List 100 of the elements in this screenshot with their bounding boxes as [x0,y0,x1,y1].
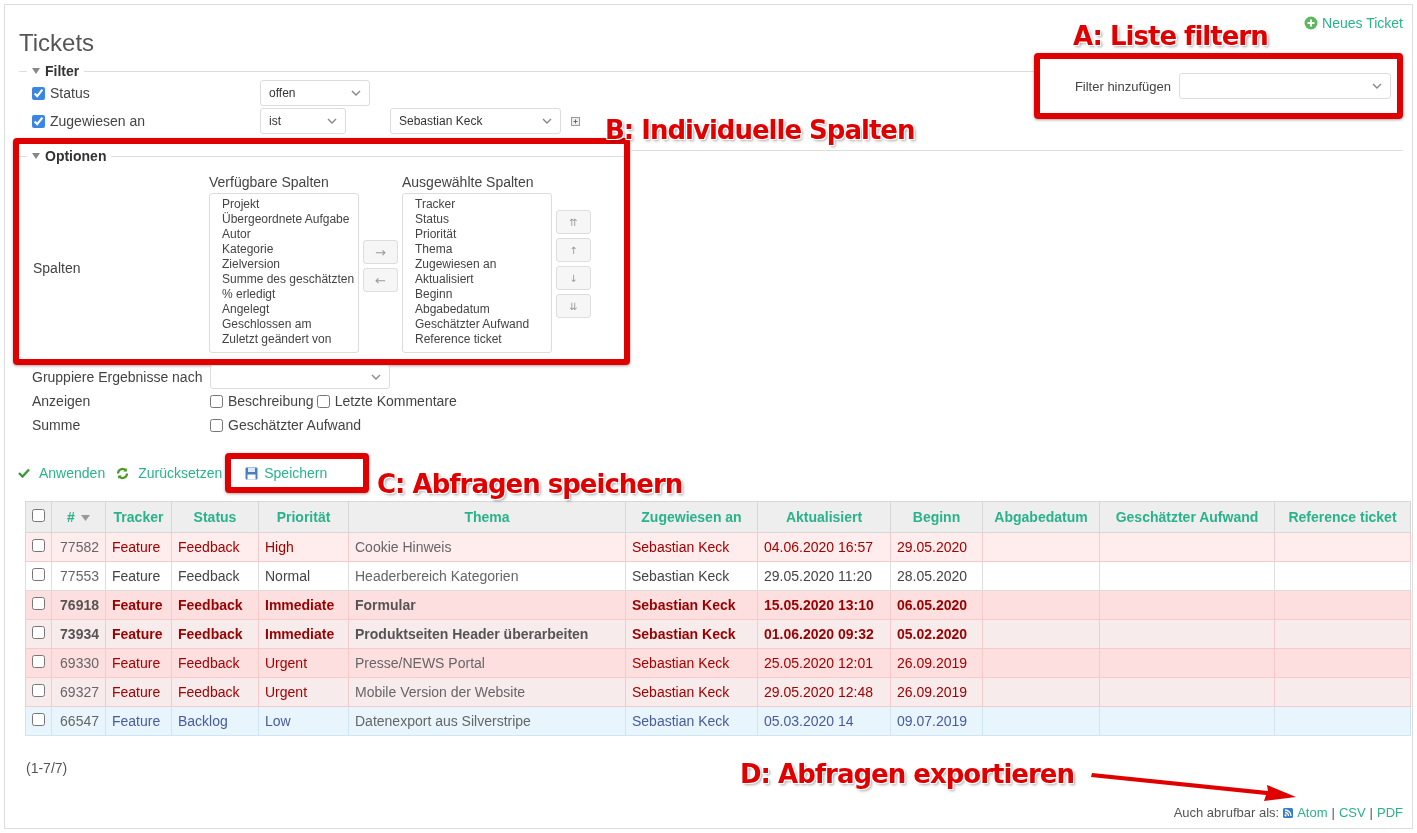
list-option[interactable]: Projekt [222,197,358,212]
filter-checkbox[interactable] [32,86,45,100]
table-cell: Sebastian Keck [625,706,758,736]
list-option[interactable]: Zuletzt geändert von [222,332,358,347]
table-cell: Feedback [171,677,259,707]
add-filter-label: Filter hinzufügen [1074,78,1171,94]
list-option[interactable]: Status [415,212,551,227]
value-select[interactable]: Sebastian Keck [390,108,561,134]
checkbox[interactable] [316,394,330,408]
table-cell: Feedback [171,532,259,562]
table-cell: Sebastian Keck [625,590,758,620]
chevron-icon [327,118,337,124]
list-option[interactable]: Summe des geschätzten [222,272,358,287]
list-option[interactable]: Abgabedatum [415,302,551,317]
sort-triangle-icon [80,515,90,522]
table-cell: 26.09.2019 [890,648,983,678]
table-cell: Feature [105,532,172,562]
chevron-icon [1372,83,1382,89]
table-cell: Feature [105,706,172,736]
multiselect-toggle-icon[interactable] [571,116,580,126]
table-cell: 28.05.2020 [890,561,983,591]
list-option[interactable]: Beginn [415,287,551,302]
list-title: Ausgewählte Spalten [402,174,535,190]
table-cell: Feature [105,648,172,678]
list-option[interactable]: Tracker [415,197,551,212]
available-columns-list[interactable]: Projekt Übergeordnete Aufgabe Autor Kategorie Zielversion Summe des geschätzten % erledigt Angelegt Geschlossen am Zuletzt geändert von [209,193,359,353]
row-checkbox[interactable] [32,568,45,581]
table-cell: Sebastian Keck [625,677,758,707]
table-cell: Immediate [258,619,349,649]
list-option[interactable]: Autor [222,227,358,242]
columns-label: Spalten [33,259,82,276]
collapse-triangle-icon[interactable] [32,68,40,74]
table-cell: 76918 [51,590,106,620]
table-cell: Sebastian Keck [625,532,758,562]
chevron-icon [371,374,381,380]
table-cell: 66547 [51,706,106,736]
list-option[interactable]: Priorität [415,227,551,242]
page-title: Tickets [19,29,95,57]
filter-label: Status [50,85,90,101]
annotation-label: C: Abfragen speichern [377,469,683,499]
list-option[interactable]: Zielversion [222,257,358,272]
table-cell: 29.05.2020 11:20 [757,561,891,591]
list-option[interactable]: Reference ticket [415,332,551,347]
list-option[interactable]: % erledigt [222,287,358,302]
checkbox-label: Geschätzter Aufwand [228,417,362,433]
row-checkbox[interactable] [32,684,45,697]
checkbox[interactable] [210,394,223,408]
checkbox[interactable] [210,418,223,432]
filter-legend: Filter [45,63,80,79]
refresh-icon [116,466,130,480]
list-option[interactable]: Übergeordnete Aufgabe [222,212,358,227]
list-option[interactable]: Zugewiesen an [415,257,551,272]
row-checkbox[interactable] [32,713,45,726]
table-cell: High [258,532,349,562]
table-cell: Normal [258,561,349,591]
filter-checkbox[interactable] [32,114,45,128]
row-checkbox[interactable] [32,626,45,639]
table-cell: 29.05.2020 12:48 [757,677,891,707]
selected-columns-list[interactable]: Tracker Status Priorität Thema Zugewiesen an Aktualisiert Beginn Abgabedatum Geschätzter Aufwand Reference ticket [402,193,552,353]
options-legend: Optionen [45,148,107,164]
export-label: Auch abrufbar als: [1173,805,1280,820]
table-cell: Feedback [171,648,259,678]
annotation-label: D: Abfragen exportieren [740,759,1074,789]
list-option[interactable]: Geschätzter Aufwand [415,317,551,332]
table-cell: Produktseiten Header überarbeiten [348,619,626,649]
list-title: Verfügbare Spalten [209,174,330,190]
table-cell: Feature [105,619,172,649]
separator: | [1331,805,1335,820]
table-cell: Feature [105,561,172,591]
collapse-triangle-icon[interactable] [32,153,40,159]
row-checkbox[interactable] [32,539,45,552]
table-cell: Feature [105,590,172,620]
separator: | [1369,805,1373,820]
plus-icon [1304,16,1319,30]
table-cell: 73934 [51,619,106,649]
list-option[interactable]: Kategorie [222,242,358,257]
list-option[interactable]: Thema [415,242,551,257]
table-cell: 05.03.2020 14 [757,706,891,736]
table-cell: Urgent [258,648,349,678]
select-all-checkbox[interactable] [32,509,45,522]
show-label: Anzeigen [32,393,92,409]
table-cell: Sebastian Keck [625,561,758,591]
table-cell: 77582 [51,532,106,562]
table-cell: Feature [105,677,172,707]
chevron-icon [542,118,552,124]
table-cell: 26.09.2019 [890,677,983,707]
table-cell: 09.07.2019 [890,706,983,736]
list-option[interactable]: Aktualisiert [415,272,551,287]
table-cell: Presse/NEWS Portal [348,648,626,678]
table-cell: Sebastian Keck [625,648,758,678]
row-checkbox[interactable] [32,597,45,610]
row-checkbox[interactable] [32,655,45,668]
table-cell: 25.05.2020 12:01 [757,648,891,678]
list-option[interactable]: Angelegt [222,302,358,317]
operator-select[interactable]: ist [260,108,346,134]
list-option[interactable]: Geschlossen am [222,317,358,332]
check-icon [18,468,30,478]
table-cell: Datenexport aus Silverstripe [348,706,626,736]
operator-select[interactable]: offen [260,80,370,106]
group-by-label: Gruppiere Ergebnisse nach [32,369,204,385]
